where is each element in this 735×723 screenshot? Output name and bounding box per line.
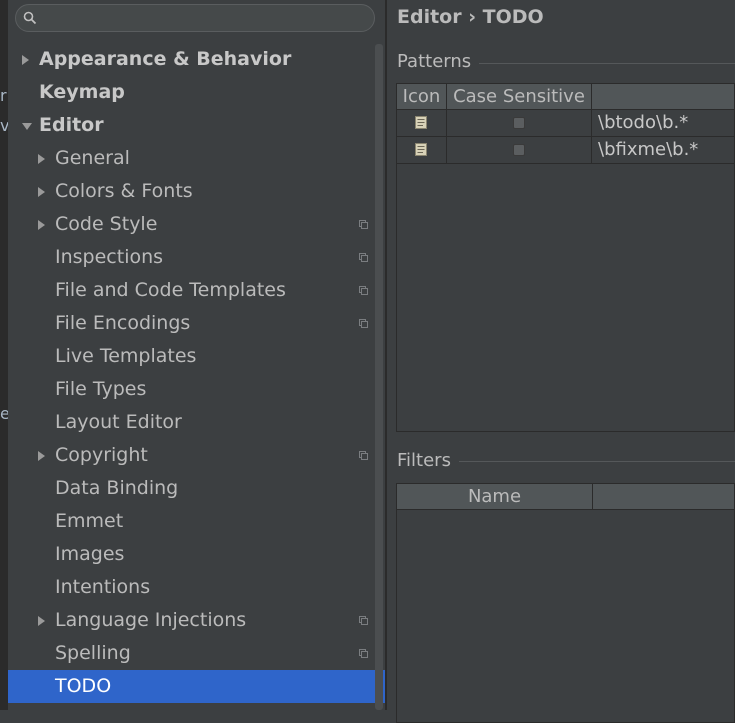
filters-table[interactable]: Name	[396, 483, 735, 723]
tree-item-label: Layout Editor	[55, 411, 182, 433]
tree-item[interactable]: Inspections	[8, 241, 385, 274]
tree-item-label: File Encodings	[55, 312, 191, 334]
tree-item-label: Live Templates	[55, 345, 197, 367]
tree-item[interactable]: Language Injections	[8, 604, 385, 637]
tree-item[interactable]: General	[8, 142, 385, 175]
project-level-icon	[359, 649, 368, 658]
tree-item[interactable]: Data Binding	[8, 472, 385, 505]
tree-item[interactable]: Live Templates	[8, 340, 385, 373]
tree-item[interactable]: File Types	[8, 373, 385, 406]
project-level-icon	[359, 319, 368, 328]
project-level-icon	[359, 220, 368, 229]
tree-item-label: Language Injections	[55, 609, 247, 631]
tree-item[interactable]: Intentions	[8, 571, 385, 604]
tree-item-label: Images	[55, 543, 125, 565]
tree-item-label: Appearance & Behavior	[39, 48, 292, 70]
case-sensitive-cell	[447, 137, 592, 163]
tree-item[interactable]: Layout Editor	[8, 406, 385, 439]
pattern-cell[interactable]: \bfixme\b.*	[592, 137, 735, 163]
case-sensitive-checkbox[interactable]	[513, 117, 525, 129]
table-row[interactable]: \btodo\b.*	[397, 110, 734, 137]
collapse-arrow-icon[interactable]	[38, 154, 45, 164]
tree-item-label: Code Style	[55, 213, 158, 235]
table-header: Icon Case Sensitive	[397, 84, 734, 110]
breadcrumb: Editor › TODO	[397, 6, 544, 28]
tree-item[interactable]: Appearance & Behavior	[8, 43, 385, 76]
case-sensitive-checkbox[interactable]	[513, 144, 525, 156]
tree-item-label: Keymap	[39, 81, 125, 103]
collapse-arrow-icon[interactable]	[22, 55, 29, 65]
tree-item[interactable]: Images	[8, 538, 385, 571]
tree-item-label: Spelling	[55, 642, 131, 664]
settings-content: Editor › TODO Patterns Icon Case Sensiti…	[387, 0, 735, 723]
column-header-icon[interactable]: Icon	[397, 84, 447, 109]
case-sensitive-cell	[447, 110, 592, 136]
project-level-icon	[359, 616, 368, 625]
tree-item[interactable]: Editor	[8, 109, 385, 142]
tree-item-label: Emmet	[55, 510, 124, 532]
tree-item[interactable]: Code Style	[8, 208, 385, 241]
column-header-name[interactable]: Name	[397, 484, 593, 509]
patterns-table[interactable]: Icon Case Sensitive \btodo\b.* \bfixme\b.…	[396, 83, 735, 432]
tree-item-label: Data Binding	[55, 477, 179, 499]
collapse-arrow-icon[interactable]	[38, 451, 45, 461]
tree-item[interactable]: File and Code Templates	[8, 274, 385, 307]
tree-item-label: Intentions	[55, 576, 151, 598]
tree-item[interactable]: Copyright	[8, 439, 385, 472]
tree-item-label: File and Code Templates	[55, 279, 286, 301]
background-text: r	[0, 86, 7, 105]
tree-item-label: Copyright	[55, 444, 148, 466]
icon-cell[interactable]	[397, 137, 447, 163]
icon-cell[interactable]	[397, 110, 447, 136]
pattern-cell[interactable]: \btodo\b.*	[592, 110, 735, 136]
search-input[interactable]	[42, 7, 366, 31]
tree-item[interactable]: Colors & Fonts	[8, 175, 385, 208]
column-header-pattern[interactable]	[592, 84, 735, 109]
column-header-empty[interactable]	[593, 484, 735, 509]
search-icon	[23, 11, 37, 25]
tree-item-label: Editor	[39, 114, 104, 136]
tree-item-label: General	[55, 147, 130, 169]
pattern-text: \bfixme\b.*	[598, 139, 699, 160]
collapse-arrow-icon[interactable]	[38, 616, 45, 626]
filters-section-title: Filters	[397, 450, 451, 471]
project-level-icon	[359, 286, 368, 295]
collapse-arrow-icon[interactable]	[38, 220, 45, 230]
tree-item[interactable]: TODO	[8, 670, 385, 703]
tree-item[interactable]: Keymap	[8, 76, 385, 109]
project-level-icon	[359, 253, 368, 262]
background-window-edge: r v e	[0, 0, 10, 710]
note-icon	[415, 143, 427, 156]
tree-scrollbar[interactable]	[375, 44, 383, 710]
column-header-case-sensitive[interactable]: Case Sensitive	[447, 84, 592, 109]
settings-sidebar: Appearance & Behavior Keymap Editor General…	[8, 0, 385, 710]
tree-item[interactable]: Spelling	[8, 637, 385, 670]
note-icon	[415, 116, 427, 129]
tree-item-label: Colors & Fonts	[55, 180, 193, 202]
table-header: Name	[397, 484, 734, 510]
pattern-text: \btodo\b.*	[598, 112, 689, 133]
patterns-section-title: Patterns	[397, 51, 472, 72]
search-box[interactable]	[15, 4, 375, 32]
section-divider	[459, 461, 735, 462]
project-level-icon	[359, 451, 368, 460]
tree-item-label: TODO	[55, 675, 112, 697]
tree-item-label: Inspections	[55, 246, 164, 268]
tree-item-label: File Types	[55, 378, 147, 400]
section-divider	[479, 63, 735, 64]
tree-item[interactable]: File Encodings	[8, 307, 385, 340]
collapse-arrow-icon[interactable]	[38, 187, 45, 197]
expand-arrow-icon[interactable]	[22, 123, 32, 130]
table-row[interactable]: \bfixme\b.*	[397, 137, 734, 164]
tree-item[interactable]: Emmet	[8, 505, 385, 538]
